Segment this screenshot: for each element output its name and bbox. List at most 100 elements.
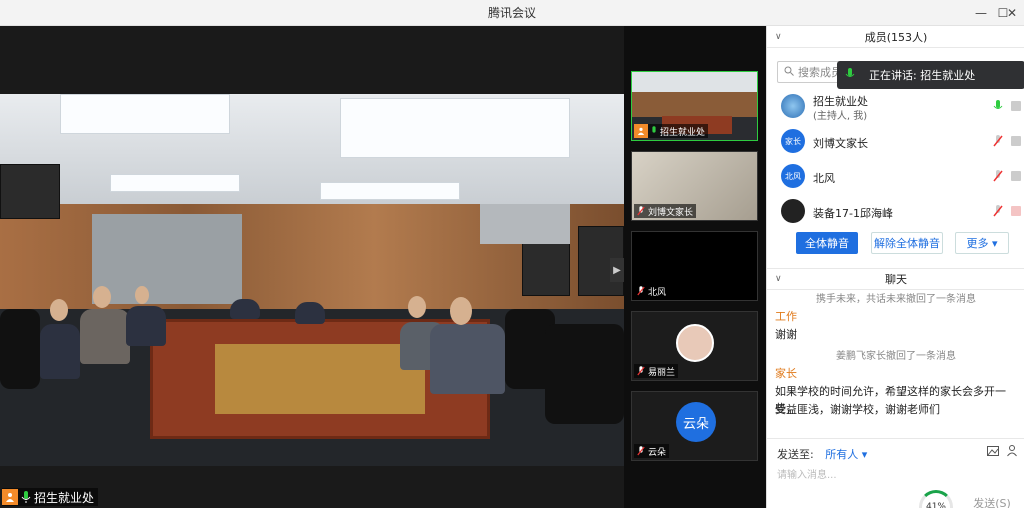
mic-off-icon (637, 285, 645, 297)
camera-off-icon[interactable] (1011, 206, 1021, 216)
member-row[interactable]: 招生就业处 (主持人, 我) (767, 89, 1024, 123)
video-chair (0, 309, 40, 389)
members-header: ∨ 成员(153人) (767, 26, 1024, 48)
thumbnail-name-tag: 易丽兰 (634, 364, 679, 378)
avatar (781, 199, 805, 223)
user-icon (2, 489, 18, 505)
video-person-head (135, 286, 149, 304)
upload-progress: 41% (919, 490, 953, 508)
mic-off-icon[interactable] (993, 134, 1003, 148)
user-select-icon[interactable] (1007, 445, 1021, 460)
video-person (80, 309, 130, 364)
expand-strip-button[interactable]: ▶ (610, 258, 624, 282)
video-light (60, 94, 230, 134)
thumbnail-name: 刘博文家长 (648, 207, 694, 218)
send-to-label: 发送至: (777, 448, 814, 461)
avatar: 北风 (781, 164, 805, 188)
video-person (230, 299, 260, 319)
video-person-head (50, 299, 68, 321)
mic-off-icon (637, 445, 645, 457)
member-row[interactable]: 北风 北风 (767, 159, 1024, 193)
tencent-meeting-window: 腾讯会议 — ☐ ✕ 招生就业处 ▶ 招生就业处 刘博文家长 北风 易丽兰 云朵… (0, 0, 1024, 508)
mic-on-icon (21, 490, 31, 504)
thumbnail-item[interactable]: 刘博文家长 (631, 151, 758, 221)
video-partition (92, 214, 242, 304)
video-light (320, 182, 460, 200)
thumbnail-name: 北风 (648, 287, 667, 298)
window-title: 腾讯会议 (487, 6, 536, 20)
search-icon (784, 66, 794, 79)
divider (767, 438, 1024, 439)
video-person (295, 302, 325, 324)
thumbnail-name: 易丽兰 (648, 367, 676, 378)
speaking-text: 正在讲话: 招生就业处 (869, 69, 976, 82)
video-chair (545, 324, 624, 424)
thumbnail-item[interactable]: 易丽兰 (631, 311, 758, 381)
video-person (126, 306, 166, 346)
thumbnail-item[interactable]: 云朵 云朵 (631, 391, 758, 461)
video-window (480, 204, 570, 244)
close-button[interactable]: ✕ (1000, 0, 1024, 26)
camera-icon[interactable] (1011, 101, 1021, 111)
chat-system-message: 携手未来，共话未来撤回了一条消息 (816, 294, 976, 305)
image-icon[interactable] (987, 446, 999, 459)
member-name: 刘博文家长 (813, 137, 868, 150)
avatar (781, 94, 805, 118)
chat-title: 聊天 (885, 273, 907, 286)
camera-icon[interactable] (1011, 171, 1021, 181)
member-row[interactable]: 装备17-1邱海峰 (767, 194, 1024, 228)
member-name: 装备17-1邱海峰 (813, 207, 893, 220)
chat-header: ∨ 聊天 (767, 268, 1024, 290)
chat-input[interactable]: 请输入消息... (777, 466, 837, 481)
send-to-dropdown[interactable]: 所有人 ▾ (825, 448, 867, 461)
thumb-ceiling (632, 72, 757, 92)
chat-message: 谢谢 (775, 328, 797, 341)
mic-on-icon (650, 125, 658, 137)
thumbnail-item[interactable]: 招生就业处 (631, 71, 758, 141)
camera-icon[interactable] (1011, 136, 1021, 146)
mic-off-icon[interactable] (993, 204, 1003, 218)
avatar (676, 324, 714, 362)
side-panel: ∨ 成员(153人) 搜索成员 正在讲话: 招生就业处 招生就业处 (主持人, … (766, 26, 1024, 508)
mute-all-button[interactable]: 全体静音 (796, 232, 858, 254)
thumbnail-name-tag: 招生就业处 (634, 124, 709, 138)
main-video-name-tag: 招生就业处 (2, 488, 99, 506)
thumbnail-name-tag: 云朵 (634, 444, 670, 458)
mic-off-icon[interactable] (993, 169, 1003, 183)
thumbnail-item[interactable]: 北风 (631, 231, 758, 301)
member-name: 北风 (813, 172, 835, 185)
video-person (40, 324, 80, 379)
chat-sender: 家长 (775, 367, 797, 380)
mic-off-icon (637, 365, 645, 377)
chat-sender: 工作 (775, 310, 797, 323)
more-button[interactable]: 更多 ▾ (955, 232, 1009, 254)
thumbnail-name: 云朵 (648, 447, 667, 458)
speaking-indicator: 正在讲话: 招生就业处 (837, 61, 1024, 89)
mic-off-icon (637, 205, 645, 217)
user-icon (634, 124, 648, 138)
video-person (430, 324, 505, 394)
chevron-down-icon[interactable]: ∨ (775, 32, 782, 42)
chat-system-message: 姜鹏飞家长撤回了一条消息 (836, 351, 956, 362)
member-role: (主持人, 我) (813, 111, 868, 122)
video-person-head (450, 297, 472, 325)
unmute-all-button[interactable]: 解除全体静音 (871, 232, 943, 254)
member-row[interactable]: 家长 刘博文家长 (767, 124, 1024, 158)
avatar: 家长 (781, 129, 805, 153)
mic-on-icon (845, 67, 855, 84)
members-title: 成员(153人) (864, 30, 928, 44)
video-person-head (408, 296, 426, 318)
video-table-inner (215, 344, 425, 414)
video-light (110, 174, 240, 192)
video-area: 招生就业处 ▶ 招生就业处 刘博文家长 北风 易丽兰 云朵 云朵 (0, 26, 766, 508)
mic-on-icon[interactable] (993, 99, 1003, 113)
main-video-speaker-name: 招生就业处 (34, 490, 95, 505)
avatar: 云朵 (676, 402, 716, 442)
search-placeholder: 搜索成员 (798, 66, 842, 79)
main-video[interactable] (0, 94, 624, 466)
send-button[interactable]: 发送(S) (963, 492, 1021, 508)
chevron-down-icon[interactable]: ∨ (775, 274, 782, 284)
thumbnail-name-tag: 北风 (634, 284, 670, 298)
video-person-head (93, 286, 111, 308)
main-stage: 招生就业处 ▶ (0, 26, 624, 508)
